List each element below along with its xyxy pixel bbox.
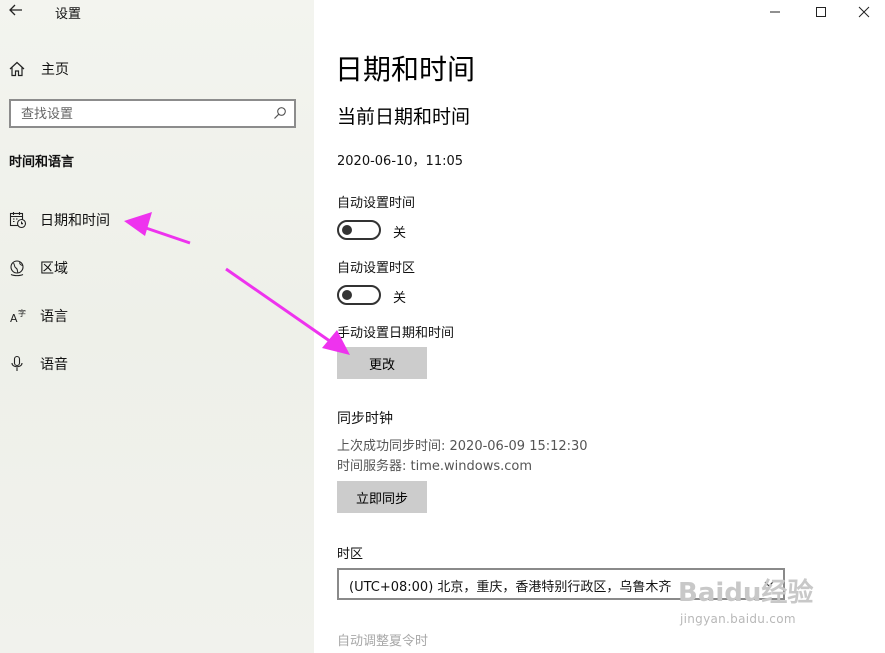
auto-dst-label: 自动调整夏令时 [337,634,429,649]
watermark-logo: Baidu经验 [678,578,814,608]
last-sync-text: 上次成功同步时间: 2020-06-09 15:12:30 [337,439,588,454]
sidebar: 设置 主页 时间和语言 日期和时间 区域 [0,0,314,653]
sync-now-button[interactable]: 立即同步 [337,481,427,513]
section-heading: 当前日期和时间 [337,106,471,128]
watermark-url: jingyan.baidu.com [680,612,796,626]
auto-time-state: 关 [393,226,407,241]
svg-text:字: 字 [18,308,26,318]
sidebar-item-date-time[interactable]: 日期和时间 [9,209,110,231]
back-arrow-icon [9,4,22,16]
time-server-text: 时间服务器: time.windows.com [337,459,533,474]
globe-icon [10,260,24,277]
section-title: 时间和语言 [9,155,75,170]
close-button[interactable] [844,0,884,24]
microphone-icon [11,355,23,371]
maximize-button[interactable] [798,0,844,24]
sidebar-item-label: 日期和时间 [40,213,110,229]
svg-text:A: A [10,312,18,325]
sidebar-item-region[interactable]: 区域 [9,257,68,279]
auto-timezone-state: 关 [393,291,407,306]
sidebar-item-label: 区域 [40,261,68,277]
sidebar-item-speech[interactable]: 语音 [9,353,68,375]
auto-timezone-toggle[interactable] [337,285,381,305]
sidebar-item-home[interactable]: 主页 [8,58,69,80]
manual-datetime-label: 手动设置日期和时间 [337,326,455,341]
auto-time-toggle[interactable] [337,220,381,240]
sync-clock-heading: 同步时钟 [337,411,393,427]
minimize-button[interactable] [752,0,798,24]
toggle-knob [342,290,352,300]
auto-time-label: 自动设置时间 [337,196,416,211]
minimize-icon [770,11,780,13]
toggle-knob [342,225,352,235]
sidebar-item-label: 主页 [41,62,69,78]
auto-timezone-label: 自动设置时区 [337,261,416,276]
home-icon [9,61,25,77]
search-input[interactable] [21,105,261,123]
timezone-value: (UTC+08:00) 北京，重庆，香港特别行政区，乌鲁木齐 [349,580,672,595]
maximize-icon [816,7,826,17]
close-icon [858,6,870,18]
search-icon[interactable] [273,106,287,120]
current-datetime: 2020-06-10，11:05 [337,154,464,169]
sidebar-item-label: 语言 [40,309,68,325]
sidebar-item-language[interactable]: A 字 语言 [9,305,68,327]
timezone-label: 时区 [337,547,364,562]
language-icon: A 字 [10,308,26,325]
app-title: 设置 [55,7,82,22]
back-button[interactable] [8,2,26,22]
calendar-clock-icon [9,212,27,229]
change-button[interactable]: 更改 [337,347,427,379]
sidebar-item-label: 语音 [40,357,68,373]
search-field[interactable] [9,99,296,128]
page-title: 日期和时间 [335,53,476,86]
